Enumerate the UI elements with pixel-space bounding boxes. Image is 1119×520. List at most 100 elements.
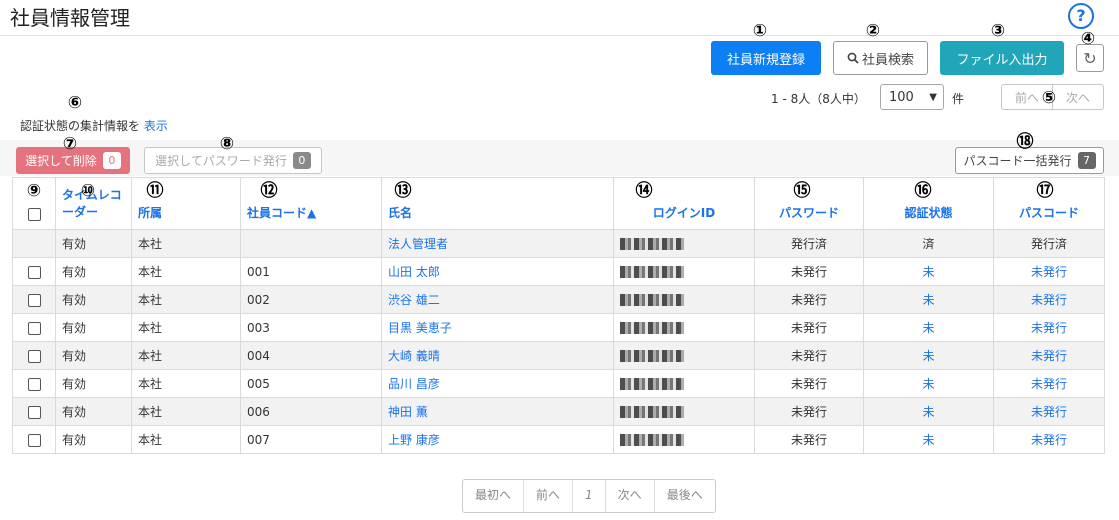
name-link[interactable]: 大崎 義晴 (381, 341, 614, 370)
annotation-3: ③ (990, 21, 1006, 41)
row-select-cell (12, 369, 56, 398)
annotation-12: ⑫ (260, 181, 278, 201)
annotation-4: ④ (1080, 29, 1096, 49)
row-checkbox[interactable] (27, 433, 41, 447)
auth-status-cell[interactable]: 未 (863, 425, 994, 454)
auth-status-cell[interactable]: 未 (863, 313, 994, 342)
annotation-5: ⑤ (1041, 88, 1057, 108)
row-select-cell (12, 397, 56, 426)
login-cell (613, 425, 755, 454)
pager-first[interactable]: 最初へ (463, 480, 525, 512)
login-id-redacted (620, 322, 684, 334)
passcode-cell[interactable]: 未発行 (993, 425, 1105, 454)
select-all-checkbox[interactable] (27, 208, 41, 221)
name-link[interactable]: 法人管理者 (381, 229, 614, 258)
code-cell: 006 (240, 397, 382, 426)
pager-current: 1 (573, 480, 606, 512)
row-select-cell (12, 313, 56, 342)
table-row: 有効 本社 006 神田 薫 未発行未未発行 (12, 397, 1105, 426)
auth-status-cell: 済 (863, 229, 994, 258)
issue-password-badge: 0 (292, 152, 311, 169)
auth-summary-show-link[interactable]: 表示 (144, 119, 168, 133)
login-id-redacted (620, 294, 684, 306)
password-cell: 未発行 (754, 369, 864, 398)
table-row: 有効 本社 003 目黒 美恵子 未発行未未発行 (12, 313, 1105, 342)
auth-status-cell[interactable]: 未 (863, 257, 994, 286)
name-link[interactable]: 上野 康彦 (381, 425, 614, 454)
refresh-icon: ↻ (1083, 48, 1097, 68)
table-row: 有効 本社 007 上野 康彦 未発行未未発行 (12, 425, 1105, 454)
annotation-18: ⑱ (1016, 132, 1034, 152)
status-cell: 有効 (55, 257, 132, 286)
status-cell: 有効 (55, 313, 132, 342)
auth-summary-text: 認証状態の集計情報を (20, 119, 141, 133)
row-checkbox[interactable] (27, 377, 41, 391)
code-cell: 004 (240, 341, 382, 370)
dept-cell: 本社 (131, 229, 241, 258)
row-select-cell (12, 229, 56, 258)
code-cell: 001 (240, 257, 382, 286)
row-checkbox[interactable] (27, 321, 41, 335)
name-link[interactable]: 目黒 美恵子 (381, 313, 614, 342)
annotation-11: ⑪ (146, 181, 164, 201)
status-cell: 有効 (55, 369, 132, 398)
row-select-cell (12, 341, 56, 370)
auth-status-cell[interactable]: 未 (863, 285, 994, 314)
status-cell: 有効 (55, 425, 132, 454)
name-link[interactable]: 山田 太郎 (381, 257, 614, 286)
login-cell (613, 257, 755, 286)
dept-cell: 本社 (131, 285, 241, 314)
annotation-17: ⑰ (1036, 181, 1054, 201)
code-cell: 002 (240, 285, 382, 314)
pager-prev[interactable]: 前へ (524, 480, 574, 512)
login-cell (613, 369, 755, 398)
passcode-cell[interactable]: 未発行 (993, 257, 1105, 286)
search-employee-button[interactable]: 社員検索 (833, 41, 928, 75)
pager-next[interactable]: 次へ (606, 480, 655, 512)
password-cell: 未発行 (754, 397, 864, 426)
passcode-cell: 発行済 (993, 229, 1105, 258)
annotation-10: ⑩ (80, 181, 96, 201)
passcode-cell[interactable]: 未発行 (993, 397, 1105, 426)
table-row: 有効 本社 005 品川 昌彦 未発行未未発行 (12, 369, 1105, 398)
table-header-row: タイムレコーダー 所属 社員コード▲ 氏名 ログインID パスワード 認証状態 … (12, 177, 1105, 230)
help-icon[interactable]: ? (1068, 3, 1094, 29)
login-cell (613, 397, 755, 426)
passcode-cell[interactable]: 未発行 (993, 341, 1105, 370)
chevron-down-icon: ▼ (929, 91, 937, 103)
passcode-cell[interactable]: 未発行 (993, 369, 1105, 398)
name-link[interactable]: 品川 昌彦 (381, 369, 614, 398)
header-divider (0, 35, 1119, 36)
row-checkbox[interactable] (27, 265, 41, 279)
annotation-8: ⑧ (219, 134, 235, 154)
auth-status-cell[interactable]: 未 (863, 397, 994, 426)
code-cell: 005 (240, 369, 382, 398)
auth-status-cell[interactable]: 未 (863, 341, 994, 370)
pager-last[interactable]: 最後へ (655, 480, 715, 512)
per-page-unit: 件 (952, 92, 965, 106)
passcode-cell[interactable]: 未発行 (993, 313, 1105, 342)
name-link[interactable]: 渋谷 雄二 (381, 285, 614, 314)
row-checkbox[interactable] (27, 405, 41, 419)
row-checkbox[interactable] (27, 293, 41, 307)
table-row: 有効 本社 001 山田 太郎 未発行未未発行 (12, 257, 1105, 286)
row-select-cell (12, 285, 56, 314)
record-count: 1 - 8人（8人中） (771, 92, 866, 106)
annotation-9: ⑨ (26, 181, 42, 201)
status-cell: 有効 (55, 397, 132, 426)
table-row: 有効 本社 002 渋谷 雄二 未発行未未発行 (12, 285, 1105, 314)
row-select-cell (12, 425, 56, 454)
password-cell: 未発行 (754, 257, 864, 286)
search-icon (847, 52, 859, 64)
name-link[interactable]: 神田 薫 (381, 397, 614, 426)
annotation-16: ⑯ (914, 181, 932, 201)
per-page-select[interactable]: 100 ▼ (880, 84, 944, 110)
row-checkbox[interactable] (27, 349, 41, 363)
register-employee-button[interactable]: 社員新規登録 (711, 41, 821, 75)
file-io-button[interactable]: ファイル入出力 (940, 41, 1064, 75)
bulk-passcode-label: パスコード一括発行 (963, 154, 1072, 168)
passcode-cell[interactable]: 未発行 (993, 285, 1105, 314)
auth-status-cell[interactable]: 未 (863, 369, 994, 398)
per-page-value: 100 (889, 89, 914, 105)
annotation-7: ⑦ (62, 134, 78, 154)
